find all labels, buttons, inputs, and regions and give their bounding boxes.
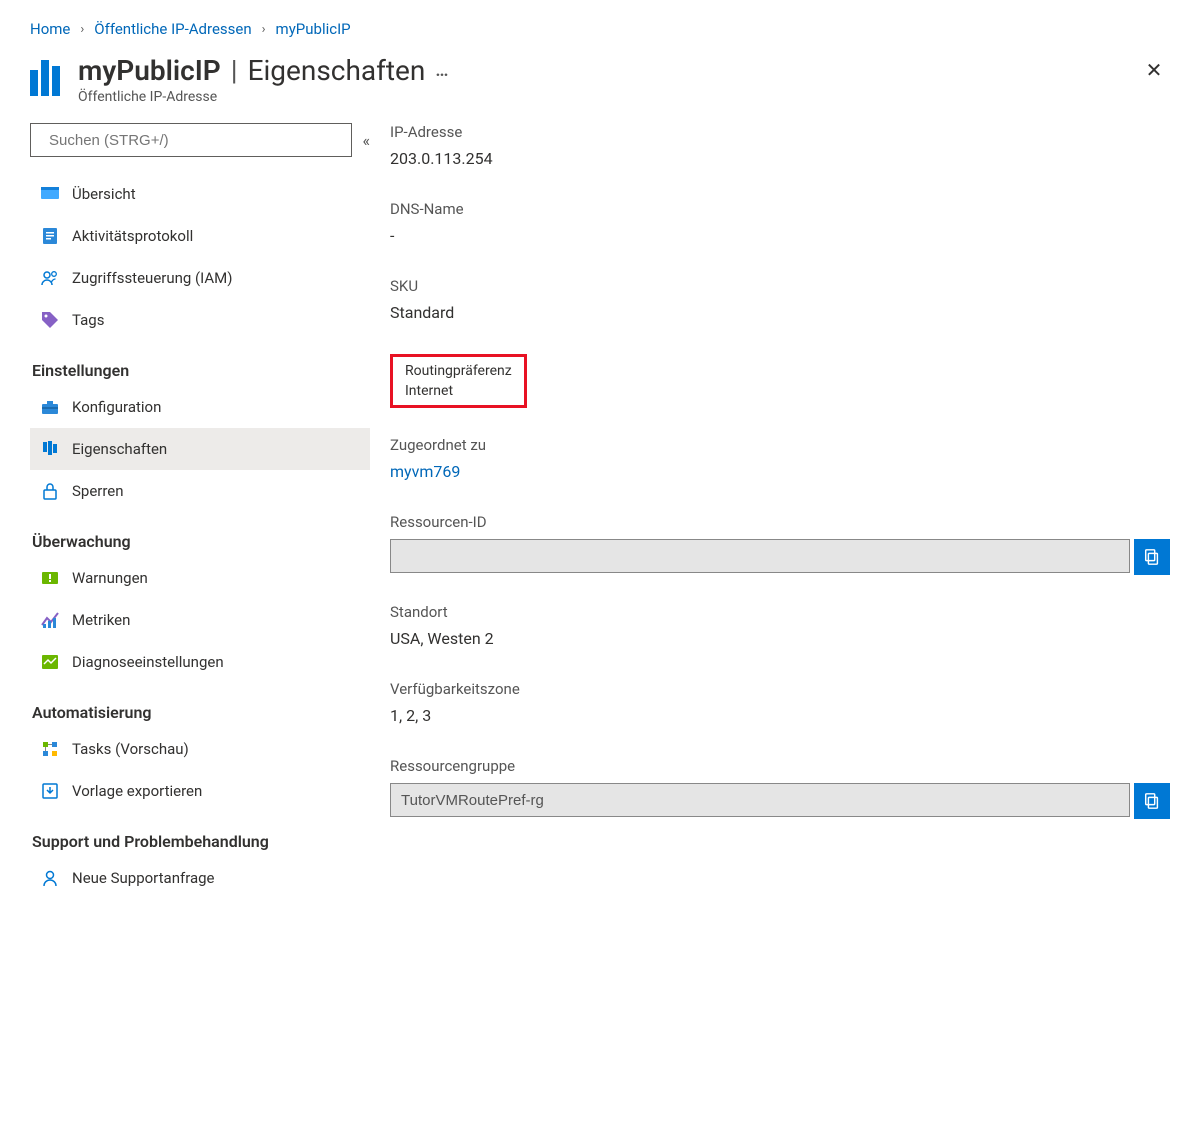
nav-locks[interactable]: Sperren <box>30 470 370 512</box>
more-actions-button[interactable]: … <box>435 60 450 81</box>
export-icon <box>40 781 60 801</box>
resource-id-field[interactable] <box>390 539 1130 573</box>
nav-overview[interactable]: Übersicht <box>30 173 370 215</box>
nav-tasks[interactable]: Tasks (Vorschau) <box>30 728 370 770</box>
nav-tags[interactable]: Tags <box>30 299 370 341</box>
nav-properties[interactable]: Eigenschaften <box>30 428 370 470</box>
nav-alerts[interactable]: Warnungen <box>30 557 370 599</box>
breadcrumb-public-ips[interactable]: Öffentliche IP-Adressen <box>94 20 251 38</box>
nav-access-control[interactable]: Zugriffssteuerung (IAM) <box>30 257 370 299</box>
toolbox-icon <box>40 397 60 417</box>
support-icon <box>40 868 60 888</box>
resource-group-field[interactable] <box>390 783 1130 817</box>
nav-configuration[interactable]: Konfiguration <box>30 386 370 428</box>
sidebar-search-input[interactable] <box>47 131 343 150</box>
prop-ip-address: IP-Adresse 203.0.113.254 <box>390 123 1170 168</box>
people-icon <box>40 268 60 288</box>
sidebar: « Übersicht Aktivitätsprotokoll Zugriffs… <box>30 123 370 899</box>
tasks-icon <box>40 739 60 759</box>
chevron-right-icon: › <box>262 22 266 37</box>
diagnostics-icon <box>40 652 60 672</box>
page-title: myPublicIP | Eigenschaften … <box>78 54 450 87</box>
associated-resource-link[interactable]: myvm769 <box>390 462 1170 481</box>
nav-export-template[interactable]: Vorlage exportieren <box>30 770 370 812</box>
lock-icon <box>40 481 60 501</box>
sidebar-search[interactable] <box>30 123 352 157</box>
metrics-icon <box>40 610 60 630</box>
prop-location: Standort USA, Westen 2 <box>390 603 1170 648</box>
prop-routing-preference-highlighted: Routingpräferenz Internet <box>390 354 527 408</box>
copy-resource-id-button[interactable] <box>1134 539 1170 575</box>
prop-resource-group: Ressourcengruppe <box>390 757 1170 819</box>
properties-panel: IP-Adresse 203.0.113.254 DNS-Name - SKU … <box>390 123 1170 899</box>
breadcrumb: Home › Öffentliche IP-Adressen › myPubli… <box>0 0 1200 46</box>
activity-log-icon <box>40 226 60 246</box>
page-header: myPublicIP | Eigenschaften … Öffentliche… <box>0 46 1200 123</box>
properties-icon <box>40 439 60 459</box>
prop-associated-to: Zugeordnet zu myvm769 <box>390 436 1170 481</box>
copy-resource-group-button[interactable] <box>1134 783 1170 819</box>
breadcrumb-resource[interactable]: myPublicIP <box>276 20 351 38</box>
prop-sku: SKU Standard <box>390 277 1170 322</box>
prop-dns-name: DNS-Name - <box>390 200 1170 245</box>
resource-type-label: Öffentliche IP-Adresse <box>78 89 450 105</box>
nav-group-settings: Einstellungen <box>32 361 370 380</box>
public-ip-icon <box>30 60 66 96</box>
close-button[interactable]: ✕ <box>1138 54 1170 86</box>
breadcrumb-home[interactable]: Home <box>30 20 70 38</box>
nav-group-support: Support und Problembehandlung <box>32 832 370 851</box>
collapse-sidebar-button[interactable]: « <box>362 131 370 150</box>
overview-icon <box>40 184 60 204</box>
chevron-right-icon: › <box>80 22 84 37</box>
nav-group-automation: Automatisierung <box>32 703 370 722</box>
nav-new-support-request[interactable]: Neue Supportanfrage <box>30 857 370 899</box>
alert-icon <box>40 568 60 588</box>
nav-metrics[interactable]: Metriken <box>30 599 370 641</box>
nav-group-monitoring: Überwachung <box>32 532 370 551</box>
prop-availability-zone: Verfügbarkeitszone 1, 2, 3 <box>390 680 1170 725</box>
nav-diagnostics[interactable]: Diagnoseeinstellungen <box>30 641 370 683</box>
prop-resource-id: Ressourcen-ID <box>390 513 1170 575</box>
tag-icon <box>40 310 60 330</box>
nav-activity-log[interactable]: Aktivitätsprotokoll <box>30 215 370 257</box>
